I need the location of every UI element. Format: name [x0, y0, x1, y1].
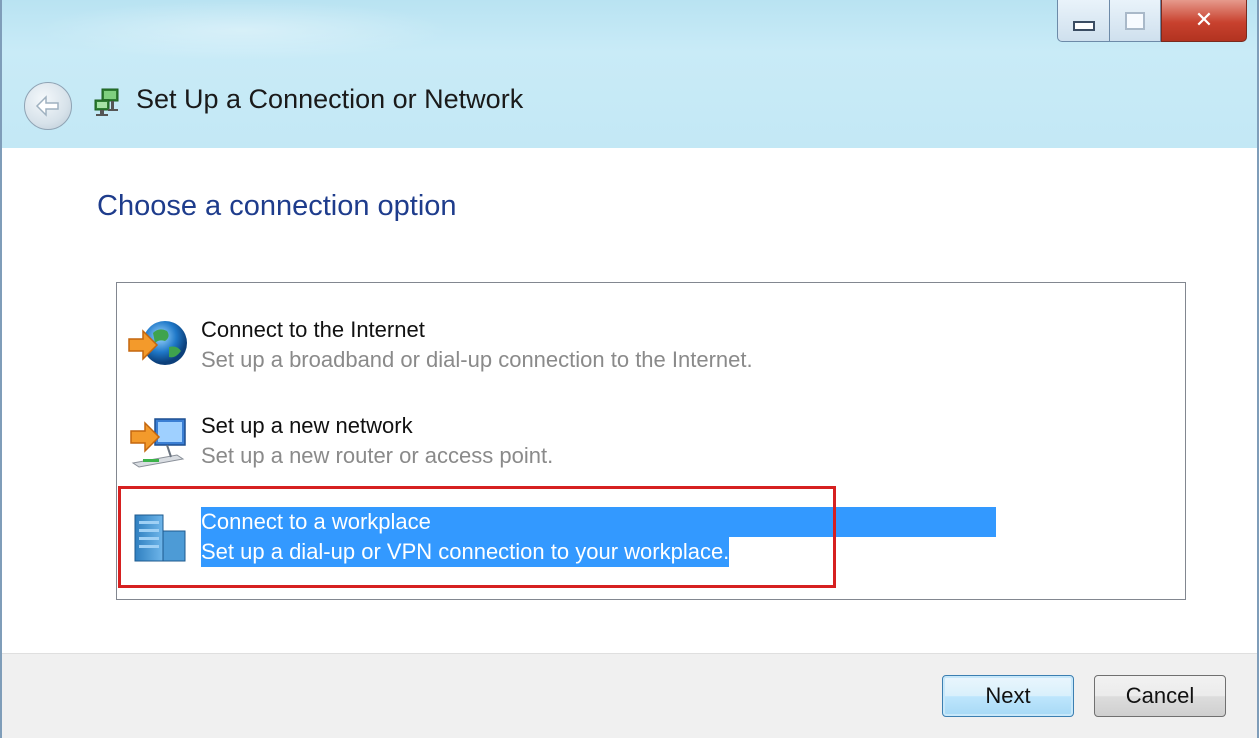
wizard-window: ✕ Set Up a Connection or Network Choose …: [0, 0, 1259, 738]
title-bar: ✕ Set Up a Connection or Network: [2, 0, 1257, 148]
workplace-building-icon: [134, 514, 186, 562]
option-setup-network[interactable]: Set up a new network Set up a new router…: [117, 401, 1185, 481]
option-title: Connect to a workplace: [201, 507, 996, 537]
minimize-button[interactable]: [1057, 0, 1109, 42]
window-title: Set Up a Connection or Network: [136, 84, 524, 114]
router-network-icon: [130, 418, 186, 468]
option-text: Set up a new network Set up a new router…: [201, 411, 553, 471]
option-title: Set up a new network: [201, 413, 413, 438]
maximize-button[interactable]: [1109, 0, 1161, 42]
option-connect-workplace[interactable]: Connect to a workplace Set up a dial-up …: [117, 497, 1185, 577]
option-text: Connect to the Internet Set up a broadba…: [201, 315, 753, 375]
close-button[interactable]: ✕: [1161, 0, 1247, 42]
minimize-icon: [1072, 20, 1095, 31]
option-title: Connect to the Internet: [201, 317, 425, 342]
title-bar-glow: [32, 0, 452, 60]
window-controls: ✕: [1057, 0, 1247, 44]
option-description: Set up a new router or access point.: [201, 443, 554, 468]
close-icon: ✕: [1194, 8, 1214, 33]
content-area: Choose a connection option Connect to th…: [2, 148, 1257, 653]
next-button[interactable]: Next: [942, 675, 1074, 717]
option-description: Set up a dial-up or VPN connection to yo…: [201, 537, 730, 567]
cancel-button[interactable]: Cancel: [1094, 675, 1226, 717]
back-arrow-icon: [35, 95, 59, 117]
option-text: Connect to a workplace Set up a dial-up …: [201, 507, 996, 567]
back-button[interactable]: [24, 82, 72, 130]
network-setup-icon: [94, 88, 119, 116]
maximize-icon: [1125, 11, 1145, 30]
footer-bar: Next Cancel: [2, 653, 1257, 738]
page-heading: Choose a connection option: [97, 190, 457, 222]
option-description: Set up a broadband or dial-up connection…: [201, 347, 753, 372]
option-connect-internet[interactable]: Connect to the Internet Set up a broadba…: [117, 305, 1185, 385]
globe-arrow-icon: [128, 321, 187, 365]
connection-options-list: Connect to the Internet Set up a broadba…: [116, 282, 1186, 600]
